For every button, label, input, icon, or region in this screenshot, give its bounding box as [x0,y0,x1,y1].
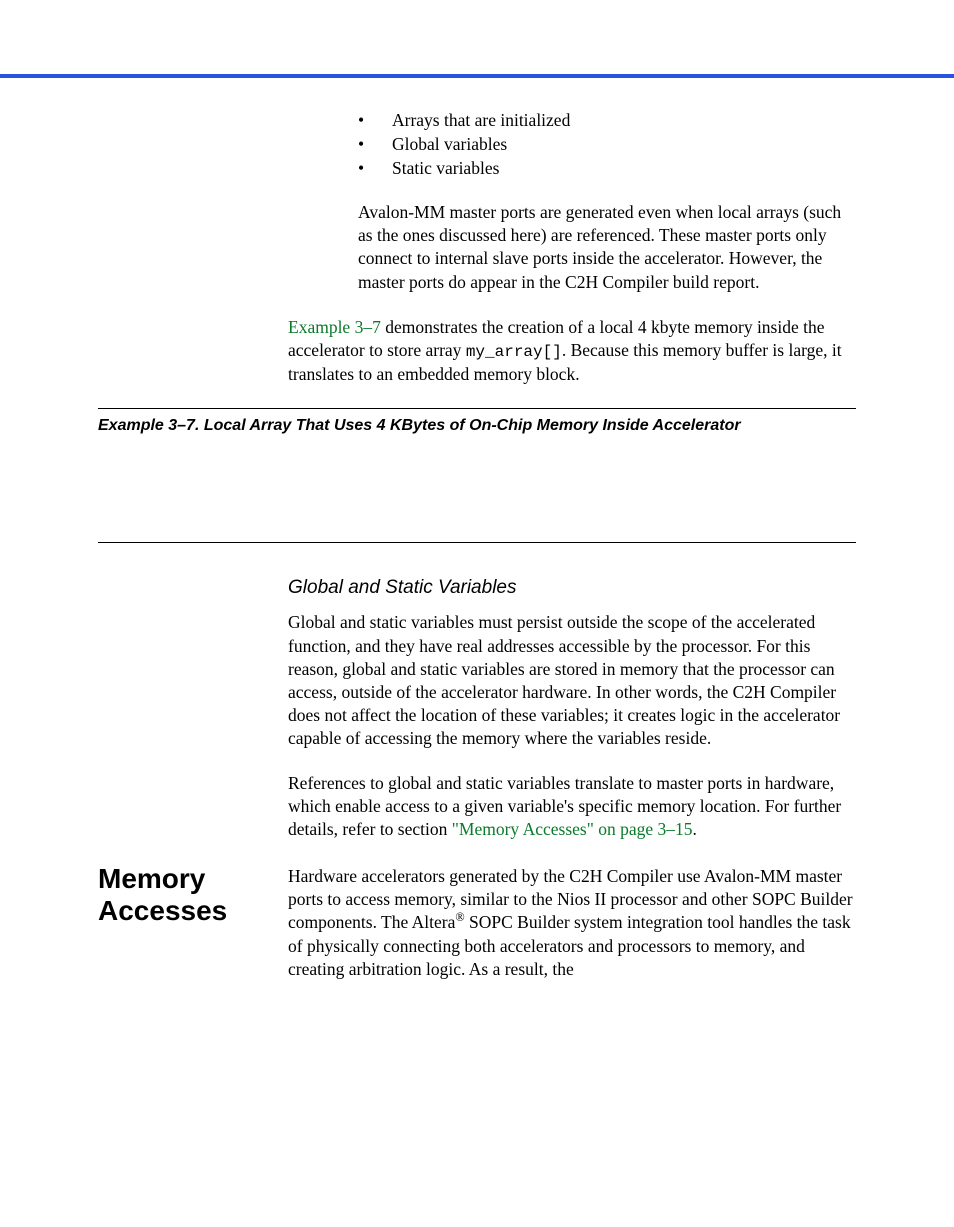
inline-code: my_array[] [466,343,562,361]
paragraph-refs-global-static: References to global and static variable… [288,772,856,841]
bullet-list: Arrays that are initialized Global varia… [358,109,856,179]
list-item: Arrays that are initialized [358,109,856,132]
page-content: Arrays that are initialized Global varia… [0,78,954,1043]
paragraph-avalon: Avalon-MM master ports are generated eve… [358,201,856,293]
example-divider-top [98,408,856,409]
example-ref-link[interactable]: Example 3–7 [288,317,381,337]
subheading-global-static: Global and Static Variables [288,577,856,599]
paragraph-example-lead: Example 3–7 demonstrates the creation of… [288,316,856,386]
example-divider-bottom [98,542,856,543]
registered-mark-icon: ® [455,911,464,925]
memory-accesses-xref-link[interactable]: "Memory Accesses" on page 3–15 [452,819,693,839]
header-band [0,0,954,78]
paragraph-memory-accesses: Hardware accelerators generated by the C… [288,865,856,980]
list-item: Global variables [358,133,856,156]
text-span: . [693,819,697,839]
side-heading-memory-accesses: Memory Accesses [98,863,288,927]
memory-accesses-section: Memory Accesses Hardware accelerators ge… [98,865,856,1002]
code-block: int foo(int a, int b) { int my_array[102… [98,445,856,535]
paragraph-global-static: Global and static variables must persist… [288,611,856,750]
list-item: Static variables [358,157,856,180]
example-caption: Example 3–7. Local Array That Uses 4 KBy… [98,417,856,435]
